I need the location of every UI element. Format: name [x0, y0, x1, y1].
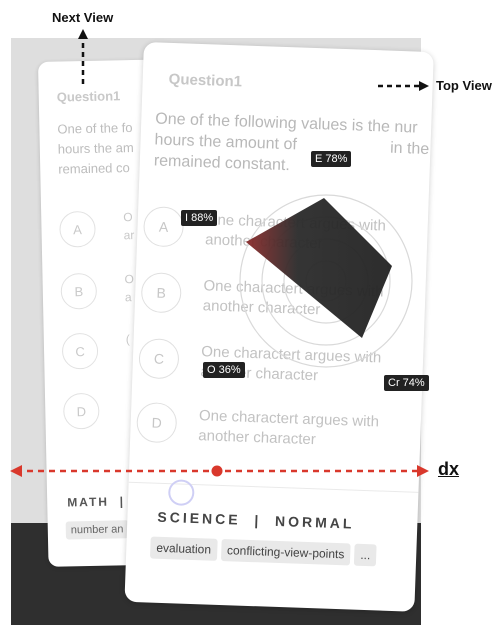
category-label: SCIENCE | NORMAL [157, 508, 355, 532]
radar-shape [246, 198, 392, 338]
option-d-button[interactable]: D [136, 401, 178, 444]
radar-label-cr: Cr 74% [384, 375, 429, 391]
tag-chip[interactable]: conflicting-view-points [220, 539, 351, 566]
next-view-label: Next View [52, 10, 114, 25]
option-a-button[interactable]: A [59, 210, 96, 248]
tag-list: evaluation conflicting-view-points ... [149, 536, 377, 567]
dx-label: dx [438, 459, 460, 479]
radar-chart [239, 194, 413, 368]
option-c-button[interactable]: C [138, 338, 180, 380]
focus-indicator [167, 479, 195, 507]
option-b-button[interactable]: B [60, 272, 98, 310]
tag-chip[interactable]: evaluation [149, 536, 218, 561]
radar-label-i: I 88% [181, 210, 218, 226]
question-title: Question1 [56, 88, 121, 105]
option-b-text: O a [124, 272, 135, 305]
option-c-text: ( [125, 332, 130, 347]
radar-label-o: O 36% [203, 362, 245, 378]
option-b-button[interactable]: B [140, 272, 182, 314]
option-c-button[interactable]: C [61, 332, 99, 370]
top-view-label: Top View [436, 78, 492, 93]
category-label: MATH | [67, 494, 126, 510]
option-a-text: O ar [123, 210, 135, 243]
tag-chip[interactable]: number an [65, 520, 129, 540]
tag-more-chip[interactable]: ... [353, 543, 377, 567]
question-text: One of the following values is the nur h… [153, 110, 434, 175]
question-title: Question1 [168, 70, 243, 91]
option-d-text: One charactert argues with another chara… [197, 407, 380, 449]
option-a-button[interactable]: A [142, 206, 185, 248]
radar-label-e: E 78% [311, 151, 352, 167]
option-d-button[interactable]: D [62, 392, 100, 430]
